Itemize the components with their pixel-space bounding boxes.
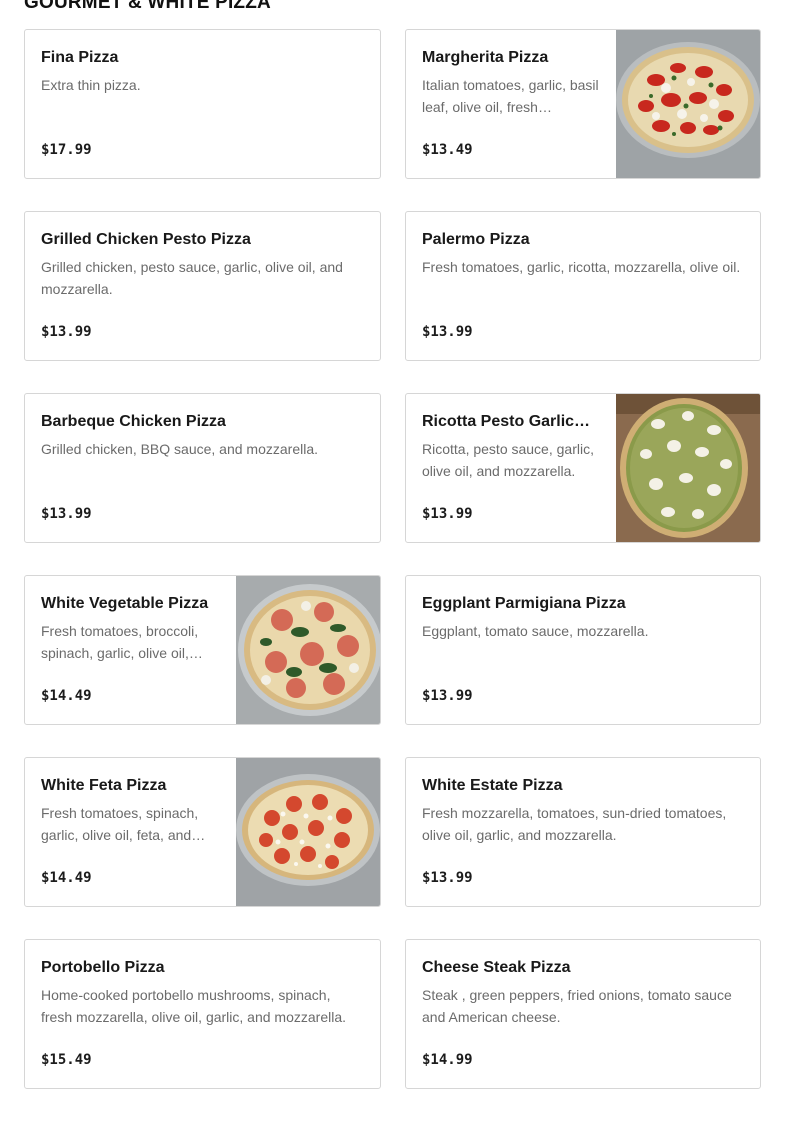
white-feta-pizza-photo — [236, 758, 380, 906]
menu-item-name: White Estate Pizza — [422, 777, 563, 794]
menu-item-description: Extra thin pizza. — [41, 77, 141, 93]
menu-item-description: Grilled chicken, BBQ sauce, and mozzarel… — [41, 441, 319, 457]
menu-item-name: Grilled Chicken Pesto Pizza — [41, 231, 251, 248]
menu-item-price: $13.99 — [422, 506, 473, 522]
ricotta-pesto-pizza-photo — [616, 394, 760, 542]
menu-item-price: $14.99 — [422, 1052, 473, 1068]
menu-item-text: White Vegetable Pizza Fresh tomatoes, br… — [25, 576, 236, 724]
menu-item-card[interactable]: Cheese Steak Pizza Steak , green peppers… — [405, 939, 761, 1089]
menu-item-text: White Feta Pizza Fresh tomatoes, spinach… — [25, 758, 236, 906]
menu-item-description: Eggplant, tomato sauce, mozzarella. — [422, 623, 649, 639]
menu-item-text: Cheese Steak Pizza Steak , green peppers… — [406, 940, 760, 1088]
menu-item-card[interactable]: Ricotta Pesto Garlic… Ricotta, pesto sau… — [405, 393, 761, 543]
menu-item-card[interactable]: Portobello Pizza Home-cooked portobello … — [24, 939, 381, 1089]
menu-item-description: Fresh mozzarella, tomatoes, sun-dried to… — [422, 805, 727, 843]
menu-item-name: White Feta Pizza — [41, 777, 167, 794]
menu-item-name: Fina Pizza — [41, 49, 119, 66]
menu-item-price: $13.99 — [422, 324, 473, 340]
menu-item-card[interactable]: Barbeque Chicken Pizza Grilled chicken, … — [24, 393, 381, 543]
menu-item-name: Cheese Steak Pizza — [422, 959, 571, 976]
menu-item-card[interactable]: White Feta Pizza Fresh tomatoes, spinach… — [24, 757, 381, 907]
menu-item-name: Eggplant Parmigiana Pizza — [422, 595, 626, 612]
margherita-pizza-photo — [616, 30, 760, 178]
menu-item-name: Barbeque Chicken Pizza — [41, 413, 226, 430]
menu-item-price: $13.99 — [422, 688, 473, 704]
menu-item-description: Fresh tomatoes, broccoli, spinach, garli… — [41, 623, 203, 661]
menu-item-price: $13.99 — [41, 506, 92, 522]
menu-item-card[interactable]: Palermo Pizza Fresh tomatoes, garlic, ri… — [405, 211, 761, 361]
menu-item-text: Ricotta Pesto Garlic… Ricotta, pesto sau… — [406, 394, 616, 542]
menu-item-name: Margherita Pizza — [422, 49, 549, 66]
menu-item-text: White Estate Pizza Fresh mozzarella, tom… — [406, 758, 760, 906]
menu-item-card[interactable]: Grilled Chicken Pesto Pizza Grilled chic… — [24, 211, 381, 361]
menu-item-card[interactable]: White Estate Pizza Fresh mozzarella, tom… — [405, 757, 761, 907]
menu-item-price: $14.49 — [41, 870, 92, 886]
menu-item-name: Ricotta Pesto Garlic… — [422, 413, 591, 430]
menu-item-description: Home-cooked portobello mushrooms, spinac… — [41, 987, 347, 1025]
menu-item-text: Eggplant Parmigiana Pizza Eggplant, toma… — [406, 576, 760, 724]
menu-item-card[interactable]: Eggplant Parmigiana Pizza Eggplant, toma… — [405, 575, 761, 725]
menu-item-price: $14.49 — [41, 688, 92, 704]
menu-item-text: Margherita Pizza Italian tomatoes, garli… — [406, 30, 616, 178]
white-vegetable-pizza-photo — [236, 576, 380, 724]
menu-item-description: Fresh tomatoes, spinach, garlic, olive o… — [41, 805, 206, 843]
menu-item-price: $15.49 — [41, 1052, 92, 1068]
menu-item-description: Grilled chicken, pesto sauce, garlic, ol… — [41, 259, 343, 297]
menu-item-name: Portobello Pizza — [41, 959, 165, 976]
menu-item-name: White Vegetable Pizza — [41, 595, 209, 612]
section-title: GOURMET & WHITE PIZZA — [24, 0, 271, 13]
menu-item-price: $13.99 — [422, 870, 473, 886]
menu-item-price: $13.49 — [422, 142, 473, 158]
menu-item-text: Fina Pizza Extra thin pizza. $17.99 — [25, 30, 380, 178]
menu-item-description: Ricotta, pesto sauce, garlic, olive oil,… — [422, 441, 594, 479]
menu-item-card[interactable]: Fina Pizza Extra thin pizza. $17.99 — [24, 29, 381, 179]
menu-item-text: Barbeque Chicken Pizza Grilled chicken, … — [25, 394, 380, 542]
menu-item-text: Portobello Pizza Home-cooked portobello … — [25, 940, 380, 1088]
menu-item-price: $17.99 — [41, 142, 92, 158]
menu-item-card[interactable]: White Vegetable Pizza Fresh tomatoes, br… — [24, 575, 381, 725]
menu-items-grid: Fina Pizza Extra thin pizza. $17.99 Marg… — [24, 29, 761, 1089]
menu-item-description: Steak , green peppers, fried onions, tom… — [422, 987, 732, 1025]
menu-item-description: Fresh tomatoes, garlic, ricotta, mozzare… — [422, 259, 741, 275]
menu-item-description: Italian tomatoes, garlic, basil leaf, ol… — [422, 77, 599, 115]
menu-item-card[interactable]: Margherita Pizza Italian tomatoes, garli… — [405, 29, 761, 179]
menu-item-price: $13.99 — [41, 324, 92, 340]
menu-item-text: Grilled Chicken Pesto Pizza Grilled chic… — [25, 212, 380, 360]
menu-item-name: Palermo Pizza — [422, 231, 530, 248]
menu-item-text: Palermo Pizza Fresh tomatoes, garlic, ri… — [406, 212, 760, 360]
